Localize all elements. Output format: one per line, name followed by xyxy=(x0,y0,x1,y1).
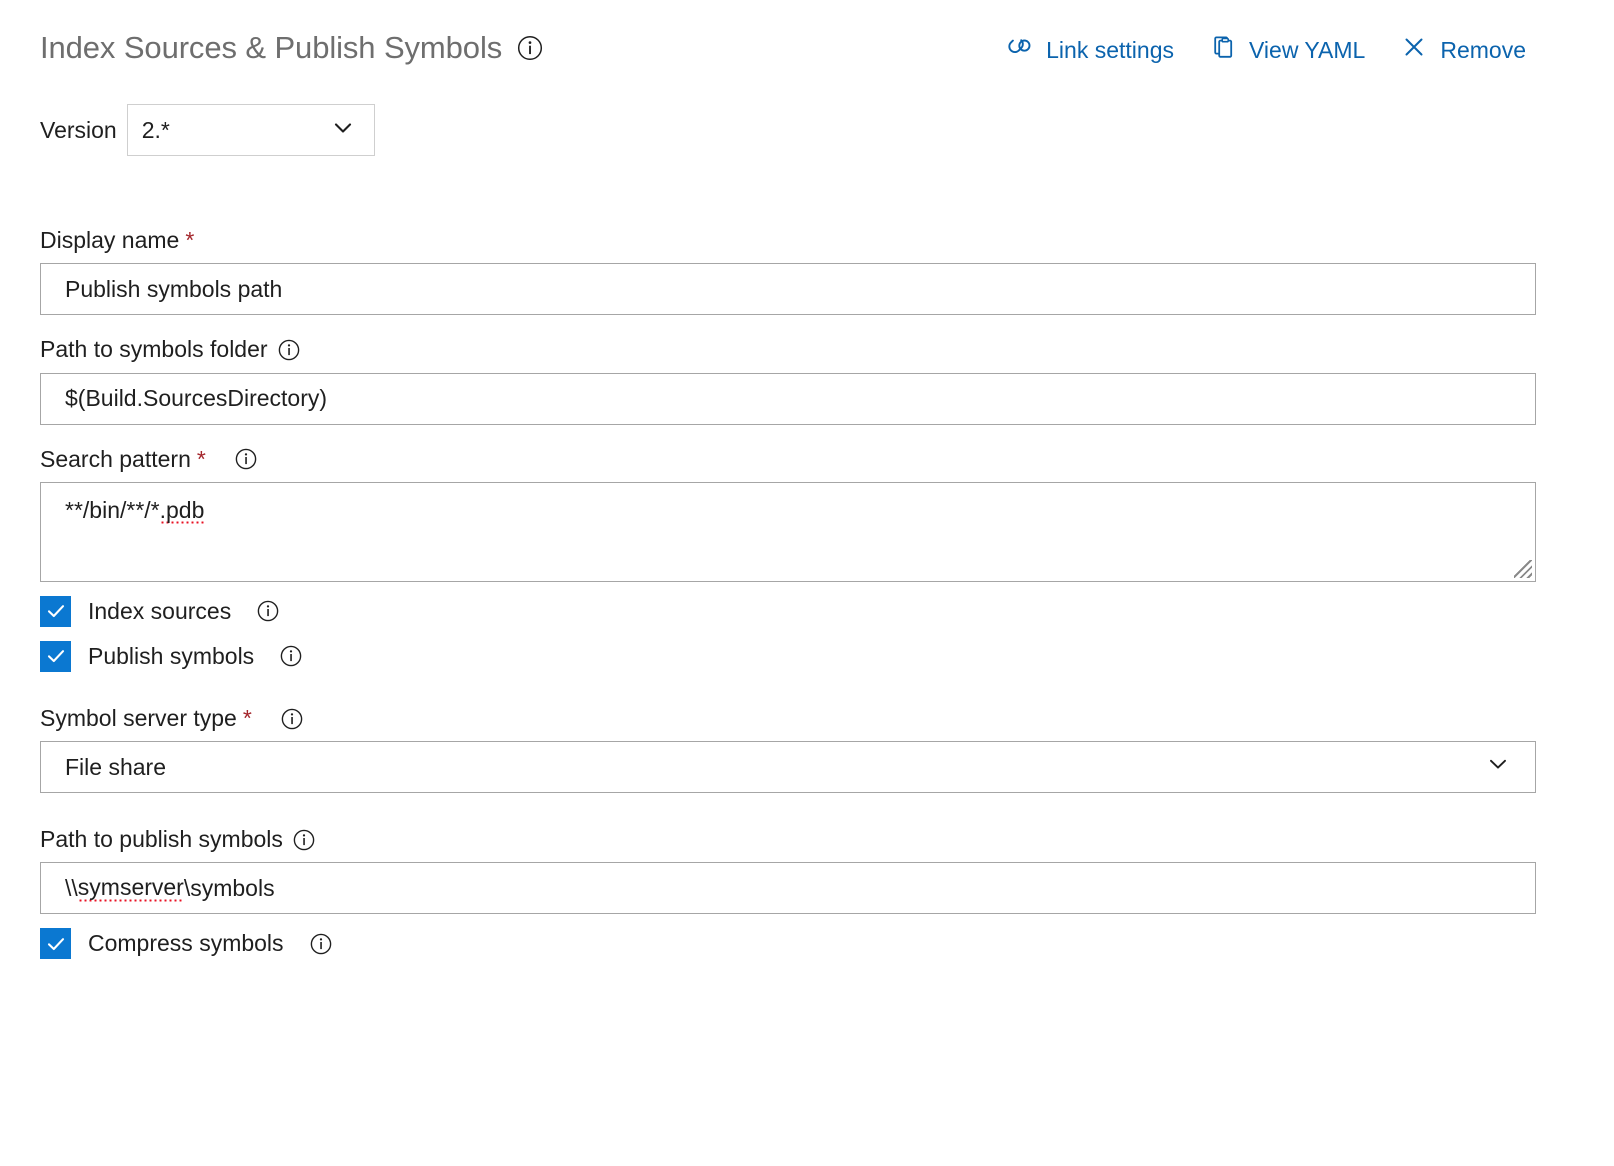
link-settings-button[interactable]: Link settings xyxy=(1005,32,1174,68)
symbol-server-type-label-text: Symbol server type xyxy=(40,706,237,731)
field-path-to-symbols-folder: Path to symbols folder $(Build.SourcesDi… xyxy=(40,337,1536,424)
header-actions: Link settings View YAML xyxy=(1005,32,1526,68)
page-title: Index Sources & Publish Symbols xyxy=(40,32,544,63)
info-icon[interactable] xyxy=(280,707,304,731)
path-to-publish-symbols-misspelled: symserver xyxy=(78,874,184,903)
clipboard-icon xyxy=(1208,32,1238,68)
search-pattern-label-text: Search pattern xyxy=(40,447,191,472)
search-pattern-label: Search pattern * xyxy=(40,447,1536,472)
path-to-publish-symbols-label-text: Path to publish symbols xyxy=(40,827,283,852)
version-dropdown[interactable]: 2.* xyxy=(127,104,375,156)
path-to-symbols-folder-value: $(Build.SourcesDirectory) xyxy=(65,385,327,412)
version-value: 2.* xyxy=(142,117,170,144)
remove-button[interactable]: Remove xyxy=(1399,32,1526,68)
symbol-server-type-dropdown[interactable]: File share xyxy=(40,741,1536,793)
path-to-publish-symbols-prefix: \\ xyxy=(65,875,78,902)
path-to-publish-symbols-label: Path to publish symbols xyxy=(40,827,1536,852)
path-to-publish-symbols-suffix: \symbols xyxy=(184,875,275,902)
path-to-symbols-folder-label-text: Path to symbols folder xyxy=(40,337,268,362)
info-icon[interactable] xyxy=(256,599,280,623)
page-title-text: Index Sources & Publish Symbols xyxy=(40,32,502,63)
compress-symbols-checkbox-row[interactable]: Compress symbols xyxy=(40,928,1536,959)
display-name-value: Publish symbols path xyxy=(65,276,282,303)
field-path-to-publish-symbols: Path to publish symbols \\symserver\symb… xyxy=(40,827,1536,914)
field-display-name: Display name * Publish symbols path xyxy=(40,228,1536,315)
compress-symbols-checkbox[interactable] xyxy=(40,928,71,959)
path-to-symbols-folder-input[interactable]: $(Build.SourcesDirectory) xyxy=(40,373,1536,425)
chevron-down-icon xyxy=(328,113,358,148)
info-icon[interactable] xyxy=(279,644,303,668)
chevron-down-icon xyxy=(1483,749,1513,785)
field-search-pattern: Search pattern * **/bin/**/*.pdb xyxy=(40,447,1536,582)
search-pattern-textarea[interactable]: **/bin/**/*.pdb xyxy=(40,482,1536,582)
info-icon[interactable] xyxy=(234,447,258,471)
required-asterisk: * xyxy=(185,228,194,253)
link-icon xyxy=(1005,32,1035,68)
display-name-label-text: Display name xyxy=(40,228,179,253)
symbol-server-type-value: File share xyxy=(65,754,166,781)
version-row: Version 2.* xyxy=(40,104,375,156)
symbol-server-type-label: Symbol server type * xyxy=(40,706,1536,731)
info-icon[interactable] xyxy=(516,34,544,62)
publish-symbols-label: Publish symbols xyxy=(88,643,254,670)
search-pattern-value-misspelled: .pdb xyxy=(160,497,205,525)
version-label: Version xyxy=(40,117,117,144)
required-asterisk: * xyxy=(197,447,206,472)
link-settings-label: Link settings xyxy=(1046,39,1174,62)
info-icon[interactable] xyxy=(309,932,333,956)
info-icon[interactable] xyxy=(277,338,301,362)
display-name-input[interactable]: Publish symbols path xyxy=(40,263,1536,315)
publish-symbols-checkbox[interactable] xyxy=(40,641,71,672)
info-icon[interactable] xyxy=(292,828,316,852)
view-yaml-label: View YAML xyxy=(1249,39,1365,62)
task-editor-panel: Index Sources & Publish Symbols Link set… xyxy=(0,0,1614,1166)
remove-label: Remove xyxy=(1440,39,1526,62)
index-sources-label: Index sources xyxy=(88,598,231,625)
publish-symbols-checkbox-row[interactable]: Publish symbols xyxy=(40,641,1536,672)
required-asterisk: * xyxy=(243,706,252,731)
field-symbol-server-type: Symbol server type * File share xyxy=(40,706,1536,793)
compress-symbols-label: Compress symbols xyxy=(88,930,284,957)
path-to-symbols-folder-label: Path to symbols folder xyxy=(40,337,1536,362)
search-pattern-value-plain: **/bin/**/* xyxy=(65,497,160,523)
task-form: Display name * Publish symbols path Path… xyxy=(40,228,1536,959)
close-icon xyxy=(1399,32,1429,68)
display-name-label: Display name * xyxy=(40,228,1536,253)
view-yaml-button[interactable]: View YAML xyxy=(1208,32,1365,68)
panel-header: Index Sources & Publish Symbols Link set… xyxy=(0,0,1614,92)
index-sources-checkbox-row[interactable]: Index sources xyxy=(40,596,1536,627)
path-to-publish-symbols-input[interactable]: \\symserver\symbols xyxy=(40,862,1536,914)
index-sources-checkbox[interactable] xyxy=(40,596,71,627)
resize-grip-handle[interactable] xyxy=(1514,560,1532,578)
